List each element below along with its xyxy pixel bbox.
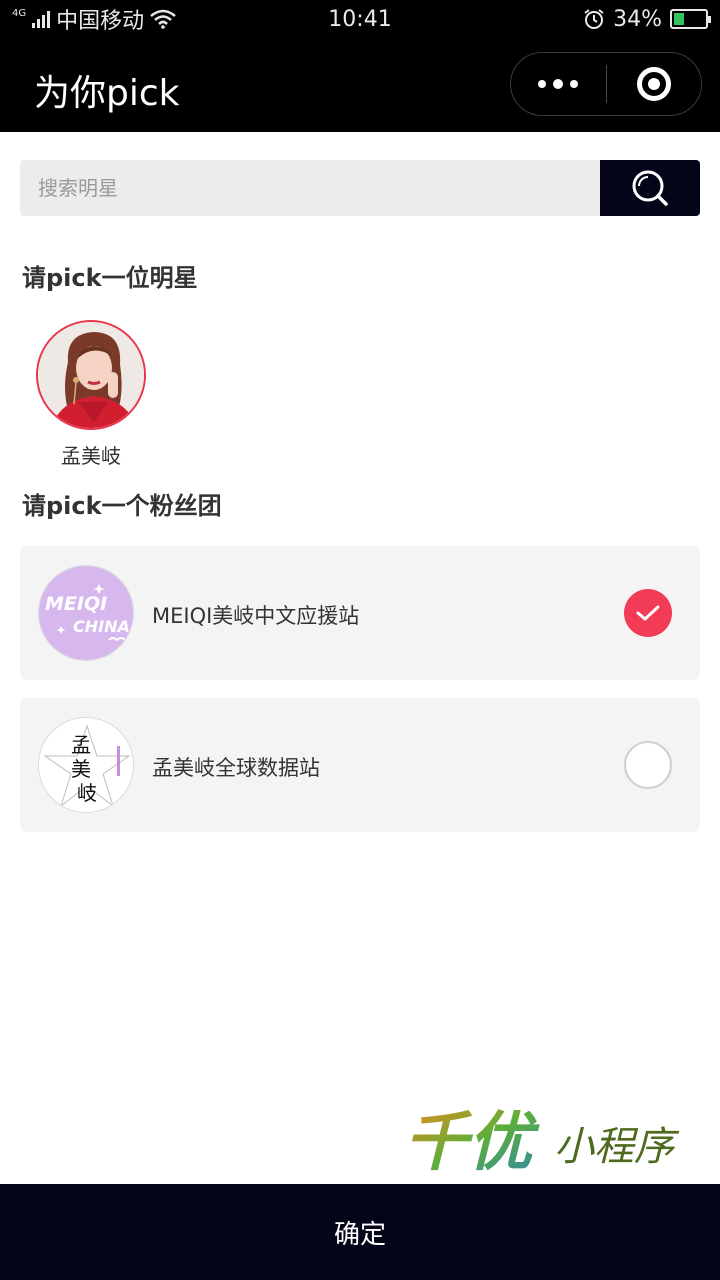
search-input[interactable] xyxy=(20,160,600,216)
logo-text: 孟 xyxy=(71,733,91,757)
more-button[interactable] xyxy=(511,53,606,115)
star-avatar xyxy=(36,320,146,430)
confirm-button[interactable]: 确定 xyxy=(0,1184,720,1280)
battery-percent: 34% xyxy=(613,6,662,32)
wifi-icon xyxy=(150,9,176,29)
battery-level xyxy=(674,13,685,25)
group-card-global-data[interactable]: 孟 美 岐 孟美岐全球数据站 xyxy=(20,698,700,832)
watermark-text: 小程序 xyxy=(554,1124,680,1170)
search-icon xyxy=(632,170,668,206)
alarm-icon xyxy=(584,9,604,29)
watermark-logo: 千优 小程序 xyxy=(404,1104,694,1180)
logo-text: CHINA xyxy=(73,617,130,636)
status-left: 4G 中国移动 xyxy=(12,3,176,35)
search-button[interactable] xyxy=(600,160,700,216)
star-name: 孟美岐 xyxy=(61,444,121,468)
carrier-name: 中国移动 xyxy=(56,9,145,34)
logo-text: MEIQI xyxy=(45,593,107,615)
logo-text: 美 xyxy=(71,757,91,781)
group-name: MEIQI美岐中文应援站 xyxy=(152,604,360,628)
confirm-label: 确定 xyxy=(333,1219,386,1250)
logo-text: 岐 xyxy=(77,781,97,805)
status-right: 34% xyxy=(583,6,711,32)
unselected-radio[interactable] xyxy=(624,741,672,789)
more-dot-icon xyxy=(570,80,579,88)
group-section-title: 请pick一个粉丝团 xyxy=(22,492,222,520)
group-logo: MEIQI CHINA xyxy=(38,565,134,661)
watermark-text: 千优 xyxy=(404,1105,540,1180)
signal-icon xyxy=(32,10,51,28)
close-miniprogram-button[interactable] xyxy=(607,53,702,115)
group-card-meiqi-china[interactable]: MEIQI CHINA MEIQI美岐中文应援站 xyxy=(20,546,700,680)
group-name: 孟美岐全球数据站 xyxy=(152,756,320,780)
battery-icon xyxy=(670,9,711,29)
more-dot-icon xyxy=(553,79,564,89)
nav-bar: 为你pick xyxy=(0,38,720,132)
group-logo: 孟 美 岐 xyxy=(38,717,134,813)
miniprogram-capsule xyxy=(510,52,702,116)
status-bar: 4G 中国移动 10:41 34% xyxy=(0,0,720,38)
search-bar xyxy=(20,160,700,216)
more-dot-icon xyxy=(538,80,547,88)
selected-radio[interactable] xyxy=(624,589,672,637)
star-item[interactable]: 孟美岐 xyxy=(36,320,146,469)
network-type: 4G xyxy=(12,7,27,19)
check-icon xyxy=(636,605,660,621)
target-icon xyxy=(636,67,671,101)
star-section-title: 请pick一位明星 xyxy=(22,264,198,292)
app-screen: 4G 中国移动 10:41 34% 为你pick 搜索明星 请pick一位明星 … xyxy=(0,0,720,1280)
page-title: 为你pick xyxy=(34,73,180,114)
